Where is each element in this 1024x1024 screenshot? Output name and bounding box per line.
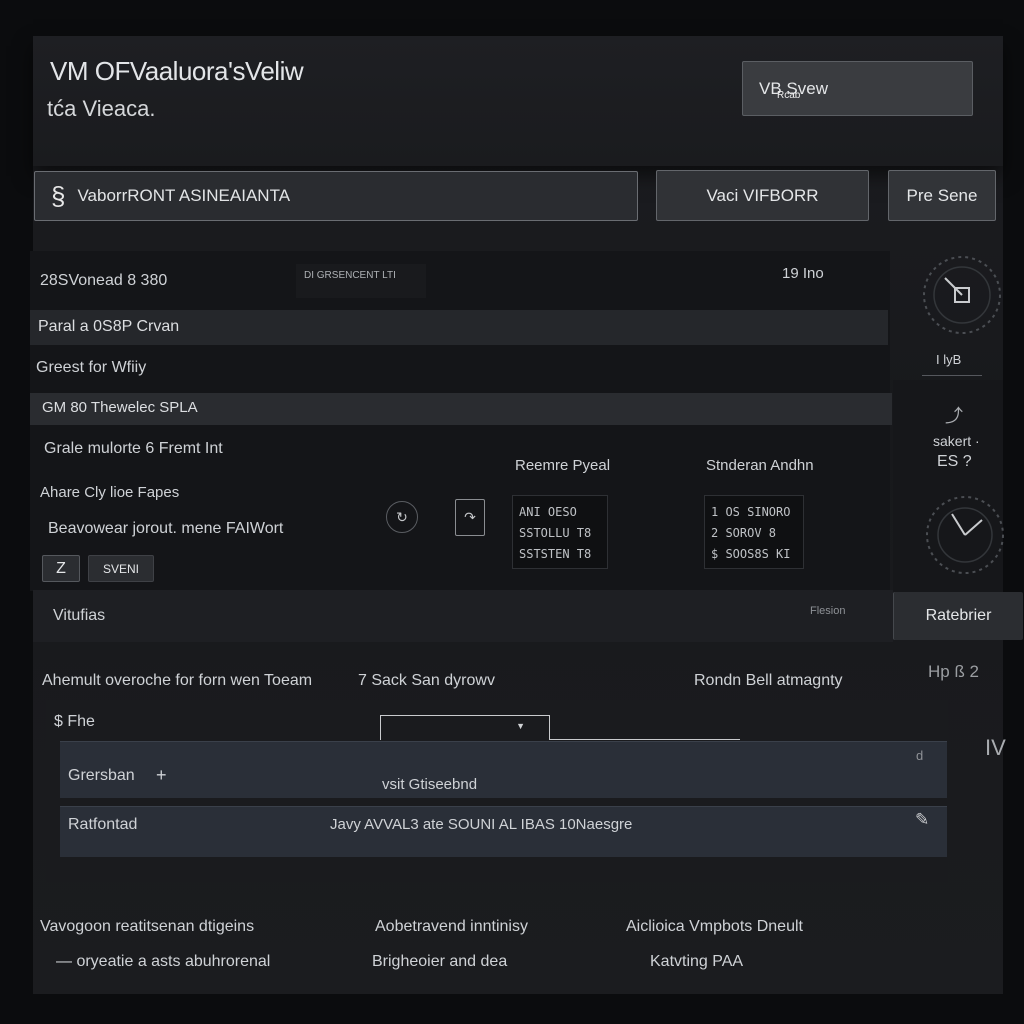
center-badge: DI GRSENCENT LTI	[296, 264, 426, 298]
line-3: Ahare Cly lioe Fapes	[40, 484, 180, 501]
right-count: 19 Ino	[782, 265, 824, 282]
right-heading: Rondn Bell atmagnty	[694, 672, 843, 689]
speedometer-icon	[926, 496, 1004, 574]
student-title: Stnderan Andhn	[706, 457, 814, 474]
line-4: Beavowear jorout. mene FAIWort	[48, 520, 284, 537]
section-tag: Flesion	[810, 605, 846, 617]
reserve-row: ANI OESO	[519, 505, 577, 519]
secondary-button[interactable]: Pre Sene	[888, 170, 996, 221]
footer-col-2-line-2[interactable]: Brigheoier and dea	[372, 953, 507, 971]
band-1-label: Paral a 0S8P Crvan	[38, 318, 180, 335]
right-icons[interactable]: Hp ß 2	[928, 662, 979, 682]
gauge-1-label: I lyB	[936, 352, 962, 367]
view-button[interactable]: Rcab VB Svew	[742, 61, 973, 116]
reserve-row: SSTOLLU T8	[519, 526, 592, 540]
student-row: 2 SOROV 8	[711, 526, 777, 540]
item-count: 28SVonead 8 380	[40, 272, 168, 289]
footer-col-3-line-2[interactable]: Katvting PAA	[650, 953, 743, 971]
reserve-table: ANI OESO SSTOLLU T8 SSTSTEN T8	[512, 495, 608, 569]
footer-col-3-line-1[interactable]: Aiclioica Vmpbots Dneult	[626, 918, 803, 936]
dropdown-underline	[550, 739, 740, 740]
list-label: $ Fhe	[54, 713, 95, 730]
document-icon[interactable]: ↷	[455, 499, 485, 536]
row-center: vsit Gtiseebnd	[382, 776, 478, 793]
reserve-row: SSTSTEN T8	[519, 547, 592, 561]
lower-heading: Ahemult overoche for forn wen Toeam	[42, 672, 313, 689]
search-value: VaborrRONT ASINEAIANTA	[77, 186, 291, 205]
save-button[interactable]: SVENI	[88, 555, 154, 582]
student-row: 1 OS SINORO	[711, 505, 791, 519]
chevron-down-icon: ▼	[516, 721, 525, 731]
page-subtitle: tća Vieaca.	[47, 96, 156, 121]
plus-icon[interactable]: +	[156, 765, 167, 786]
primary-button[interactable]: Vaci VIFBORR	[656, 170, 869, 221]
gauge-icon	[923, 256, 1001, 334]
search-icon: §	[51, 180, 66, 211]
student-table: 1 OS SINORO 2 SOROV 8 $ SOOS8S KI	[704, 495, 804, 569]
side-icon[interactable]: IV	[985, 735, 1006, 761]
rate-button[interactable]: Ratebrier	[893, 592, 1023, 640]
step-label: 7 Sack San dyrowv	[358, 672, 495, 689]
divider	[922, 375, 982, 376]
row-label: Ratfontad	[68, 816, 138, 833]
list-row[interactable]	[60, 741, 947, 798]
page-title: VM OFVaaluora'sVeliw	[50, 56, 304, 86]
reserve-title: Reemre Pyeal	[515, 457, 611, 474]
search-input[interactable]: § VaborrRONT ASINEAIANTA	[34, 171, 638, 221]
footer-col-2-line-1[interactable]: Aobetravend inntinisy	[375, 918, 528, 936]
row-end-icon[interactable]: d	[916, 748, 923, 763]
footer-col-1-line-2[interactable]: — oryeatie a asts abuhrorenal	[56, 953, 270, 971]
dropdown-tab[interactable]: ▼	[380, 715, 550, 740]
clip-icon: ⤴	[945, 406, 963, 426]
line-2: Grale mulorte 6 Fremt Int	[44, 440, 223, 457]
edit-icon: Z	[56, 559, 66, 577]
refresh-icon[interactable]: ↻	[386, 501, 418, 533]
view-button-small: Rcab	[777, 90, 801, 101]
gauge-2-label: sakert ·	[933, 433, 980, 449]
edit-icon-button[interactable]: Z	[42, 555, 80, 582]
section-title: Vitufias	[53, 607, 106, 624]
line-1: Greest for Wfiiy	[36, 359, 147, 376]
student-row: $ SOOS8S KI	[711, 547, 791, 561]
row-label: Grersban	[68, 767, 135, 784]
band-2-label: GM 80 Thewelec SPLA	[42, 399, 198, 416]
gauge-2-value: ES ?	[937, 453, 972, 470]
edit-icon[interactable]: ✎	[915, 810, 929, 830]
footer-col-1-line-1[interactable]: Vavogoon reatitsenan dtigeins	[40, 918, 254, 936]
row-center: Javy AVVAL3 ate SOUNI AL IBAS 10Naesgre	[330, 816, 633, 833]
section-bar	[33, 590, 893, 642]
